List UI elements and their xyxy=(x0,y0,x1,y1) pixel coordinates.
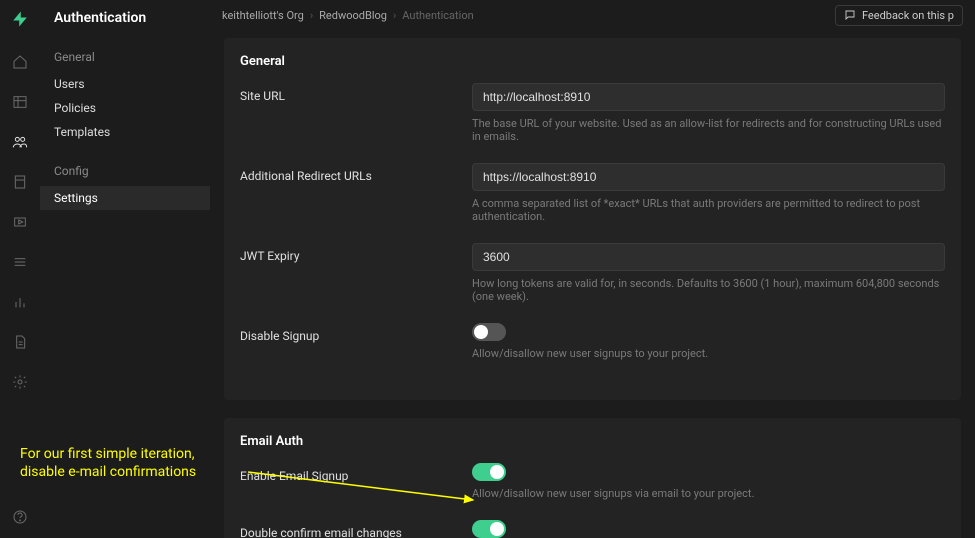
chevron-right-icon: › xyxy=(310,9,313,22)
feedback-label: Feedback on this p xyxy=(862,9,954,22)
help-disable-signup: Allow/disallow new user signups to your … xyxy=(472,347,945,360)
supabase-logo[interactable] xyxy=(11,10,29,31)
settings-icon[interactable] xyxy=(11,373,29,391)
breadcrumb-project[interactable]: RedwoodBlog xyxy=(319,9,387,22)
toggle-enable-email-signup[interactable] xyxy=(472,463,506,481)
docs-icon[interactable] xyxy=(11,333,29,351)
sidebar-group-general: General xyxy=(40,44,210,72)
table-icon[interactable] xyxy=(11,93,29,111)
toggle-disable-signup[interactable] xyxy=(472,323,506,341)
help-icon[interactable] xyxy=(11,508,29,526)
sidebar-group-config: Config xyxy=(40,158,210,186)
storage-icon[interactable] xyxy=(11,173,29,191)
auth-icon[interactable] xyxy=(11,133,29,151)
panel-general-title: General xyxy=(240,54,945,69)
sidebar-item-policies[interactable]: Policies xyxy=(40,96,210,120)
breadcrumb-page: Authentication xyxy=(402,9,473,22)
label-jwt-expiry: JWT Expiry xyxy=(240,243,472,319)
sidebar-item-users[interactable]: Users xyxy=(40,72,210,96)
input-redirect-urls[interactable] xyxy=(472,163,945,191)
label-site-url: Site URL xyxy=(240,83,472,159)
breadcrumb-org[interactable]: keithtelliott's Org xyxy=(222,9,304,22)
panel-email-auth: Email Auth Enable Email Signup Allow/dis… xyxy=(224,418,961,538)
edge-icon[interactable] xyxy=(11,213,29,231)
label-enable-email-signup: Enable Email Signup xyxy=(240,463,472,516)
help-redirect-urls: A comma separated list of *exact* URLs t… xyxy=(472,197,945,223)
chat-icon xyxy=(844,9,856,21)
reports-icon[interactable] xyxy=(11,293,29,311)
input-site-url[interactable] xyxy=(472,83,945,111)
input-jwt-expiry[interactable] xyxy=(472,243,945,271)
label-redirect-urls: Additional Redirect URLs xyxy=(240,163,472,239)
sidebar-item-settings[interactable]: Settings xyxy=(40,186,210,210)
sidebar-item-templates[interactable]: Templates xyxy=(40,120,210,144)
panel-email-title: Email Auth xyxy=(240,434,945,449)
list-icon[interactable] xyxy=(11,253,29,271)
label-disable-signup: Disable Signup xyxy=(240,323,472,376)
label-double-confirm: Double confirm email changes xyxy=(240,520,472,538)
help-site-url: The base URL of your website. Used as an… xyxy=(472,117,945,143)
help-jwt-expiry: How long tokens are valid for, in second… xyxy=(472,277,945,303)
panel-general: General Site URL The base URL of your we… xyxy=(224,38,961,400)
feedback-button[interactable]: Feedback on this p xyxy=(835,5,963,26)
toggle-double-confirm[interactable] xyxy=(472,520,506,538)
help-enable-email-signup: Allow/disallow new user signups via emai… xyxy=(472,487,945,500)
home-icon[interactable] xyxy=(11,53,29,71)
chevron-right-icon: › xyxy=(393,9,396,22)
sidebar-title: Authentication xyxy=(40,8,210,44)
